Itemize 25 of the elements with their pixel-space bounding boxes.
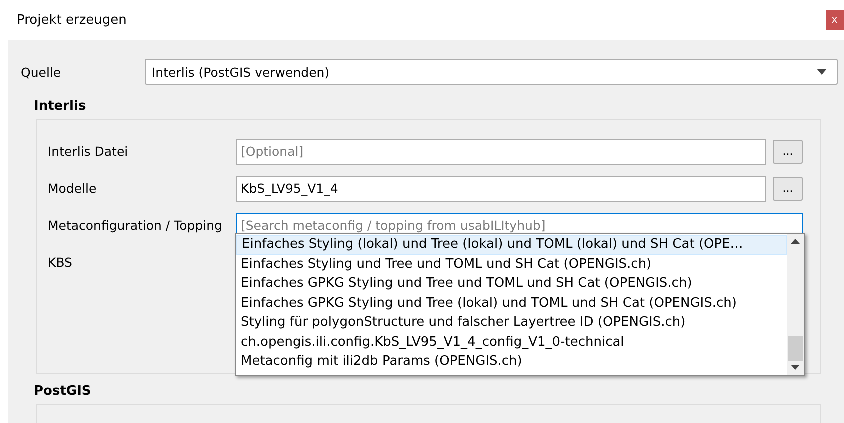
scroll-thumb[interactable] (788, 336, 803, 361)
suggestion-item[interactable]: Einfaches Styling (lokal) und Tree (lokal) und TOML (lokal) und SH Cat (OPE… (236, 235, 787, 254)
input-field[interactable]: [Optional] (236, 138, 766, 164)
scroll-down-icon[interactable] (791, 365, 800, 370)
browse-button[interactable]: ... (773, 176, 803, 200)
suggestion-item[interactable]: ch.opengis.ili.config.KbS_LV95_V1_4_config_V1_0-technical (236, 332, 787, 352)
caret-icon (817, 69, 827, 75)
close-button[interactable]: x (826, 10, 844, 30)
suggestion-item[interactable]: Metaconfig mit ili2db Params (OPENGIS.ch) (236, 352, 787, 372)
suggestion-item[interactable]: Styling für polygonStructure und falscher Layertree ID (OPENGIS.ch) (236, 313, 787, 332)
scrollbar[interactable] (787, 234, 804, 375)
section-title: Interlis (34, 99, 88, 114)
source-dropdown[interactable]: Interlis (PostGIS verwenden) (145, 59, 838, 85)
field-label: KBS (48, 255, 74, 270)
field-label: Modelle (48, 181, 98, 196)
browse-button[interactable]: ... (773, 140, 803, 164)
input-field[interactable]: KbS_LV95_V1_4 (236, 176, 766, 202)
window-title: Projekt erzeugen (17, 12, 127, 28)
field-label: Metaconfiguration / Topping (48, 218, 224, 233)
section-title: PostGIS (34, 384, 92, 399)
suggestion-item[interactable]: Einfaches GPKG Styling und Tree und TOML und SH Cat (OPENGIS.ch) (236, 274, 787, 294)
field-label: Quelle (21, 64, 62, 80)
suggestion-item[interactable]: Einfaches Styling und Tree und TOML und SH Cat (OPENGIS.ch) (236, 254, 787, 274)
field-label: Interlis Datei (48, 144, 130, 159)
suggestion-item[interactable]: Einfaches GPKG Styling und Tree (lokal) und TOML und SH Cat (OPENGIS.ch) (236, 294, 787, 313)
